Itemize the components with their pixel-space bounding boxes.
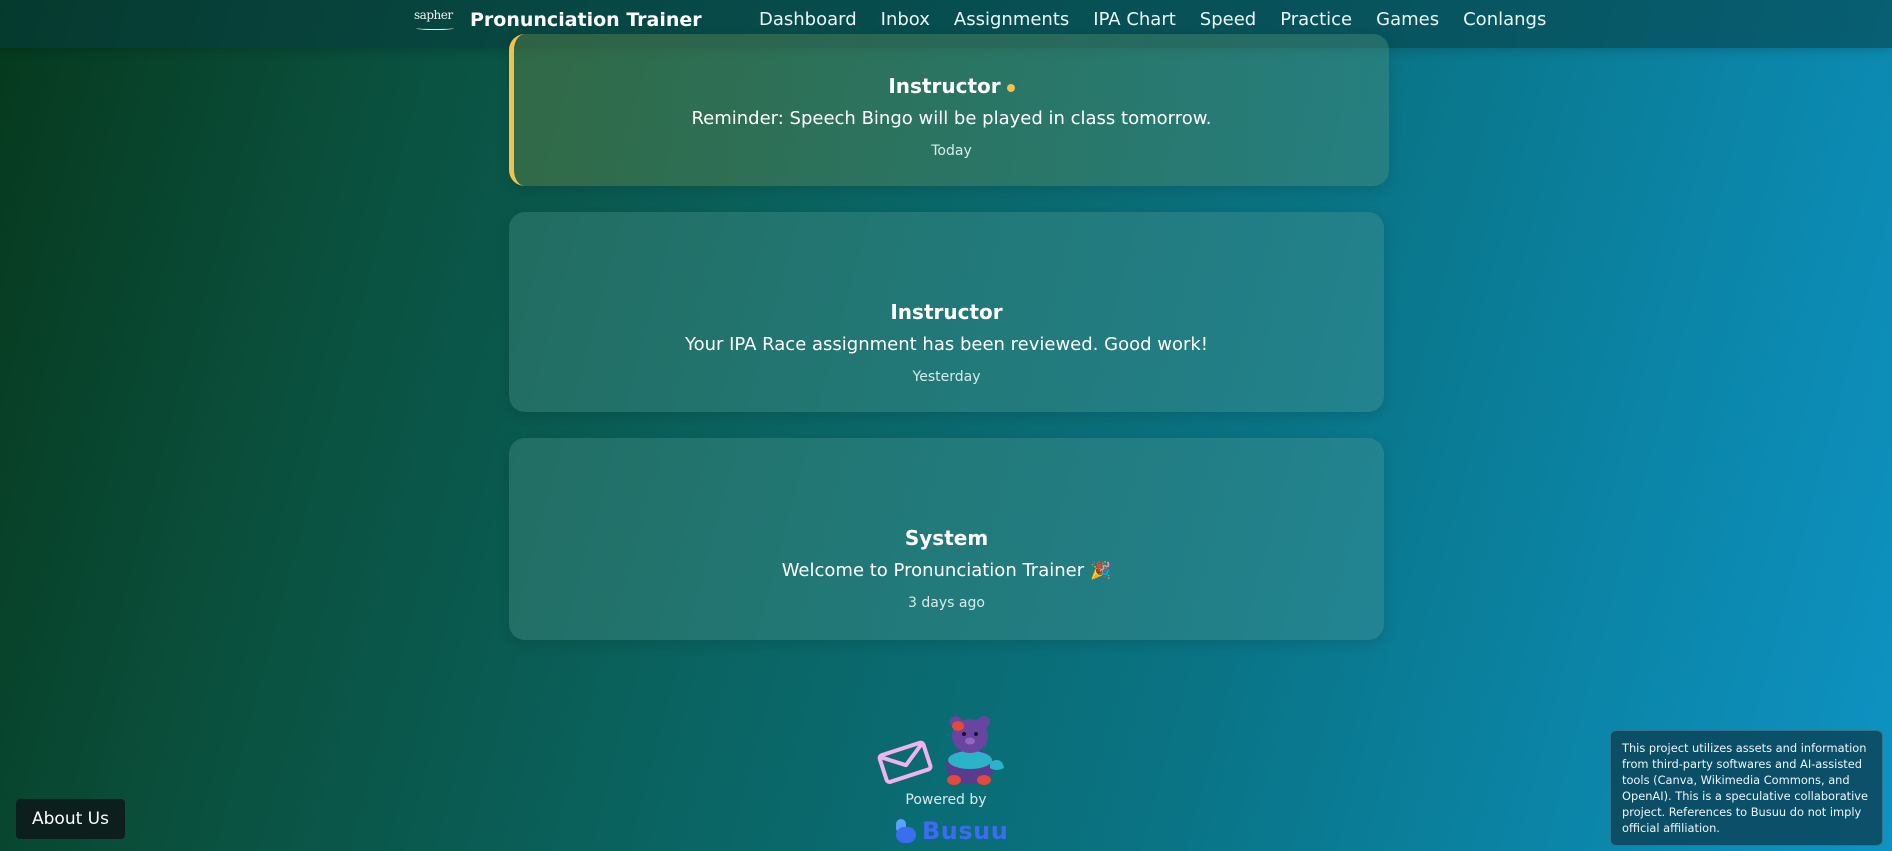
bear-mascot-icon xyxy=(946,716,1004,785)
busuu-logo[interactable]: Busuu xyxy=(894,815,1008,847)
nav-games[interactable]: Games xyxy=(1376,9,1439,30)
message-card[interactable]: System Welcome to Pronunciation Trainer 🎉… xyxy=(509,438,1384,640)
message-sender: Instructor xyxy=(890,300,1003,324)
busuu-mark-icon xyxy=(896,819,916,843)
message-text: Your IPA Race assignment has been review… xyxy=(684,334,1209,355)
nav-conlangs[interactable]: Conlangs xyxy=(1463,9,1546,30)
logo-flourish xyxy=(416,25,454,30)
message-card-unread[interactable]: Instructor Reminder: Speech Bingo will b… xyxy=(509,34,1389,186)
nav-dashboard[interactable]: Dashboard xyxy=(759,9,857,30)
busuu-wordmark: Busuu xyxy=(922,817,1009,845)
main-nav: Dashboard Inbox Assignments IPA Chart Sp… xyxy=(759,9,1570,30)
brand-logo[interactable]: sapher xyxy=(414,8,458,30)
nav-ipa-chart[interactable]: IPA Chart xyxy=(1093,9,1176,30)
mascot-illustration xyxy=(876,712,1006,788)
unread-dot-icon xyxy=(1006,83,1015,92)
powered-by-text: Powered by xyxy=(905,792,987,808)
envelope-icon xyxy=(877,740,933,784)
message-card[interactable]: Instructor Your IPA Race assignment has … xyxy=(509,212,1384,412)
message-time: 3 days ago xyxy=(908,595,985,611)
message-time: Yesterday xyxy=(912,369,981,385)
app-title[interactable]: Pronunciation Trainer xyxy=(470,9,702,31)
message-sender: Instructor xyxy=(514,74,1389,98)
brand-logo-text: sapher xyxy=(414,8,453,22)
disclaimer-note: This project utilizes assets and informa… xyxy=(1610,730,1883,846)
message-sender-text: Instructor xyxy=(888,74,1001,98)
message-text: Welcome to Pronunciation Trainer 🎉 xyxy=(509,560,1384,581)
message-time: Today xyxy=(931,143,972,159)
nav-inbox[interactable]: Inbox xyxy=(881,9,930,30)
message-text: Reminder: Speech Bingo will be played in… xyxy=(691,108,1212,129)
about-us-button[interactable]: About Us xyxy=(16,799,125,839)
nav-assignments[interactable]: Assignments xyxy=(954,9,1069,30)
nav-speed[interactable]: Speed xyxy=(1200,9,1256,30)
message-text-content: Welcome to Pronunciation Trainer xyxy=(781,560,1085,581)
message-sender: System xyxy=(904,526,989,550)
party-popper-icon: 🎉 xyxy=(1090,561,1112,581)
nav-practice[interactable]: Practice xyxy=(1280,9,1352,30)
